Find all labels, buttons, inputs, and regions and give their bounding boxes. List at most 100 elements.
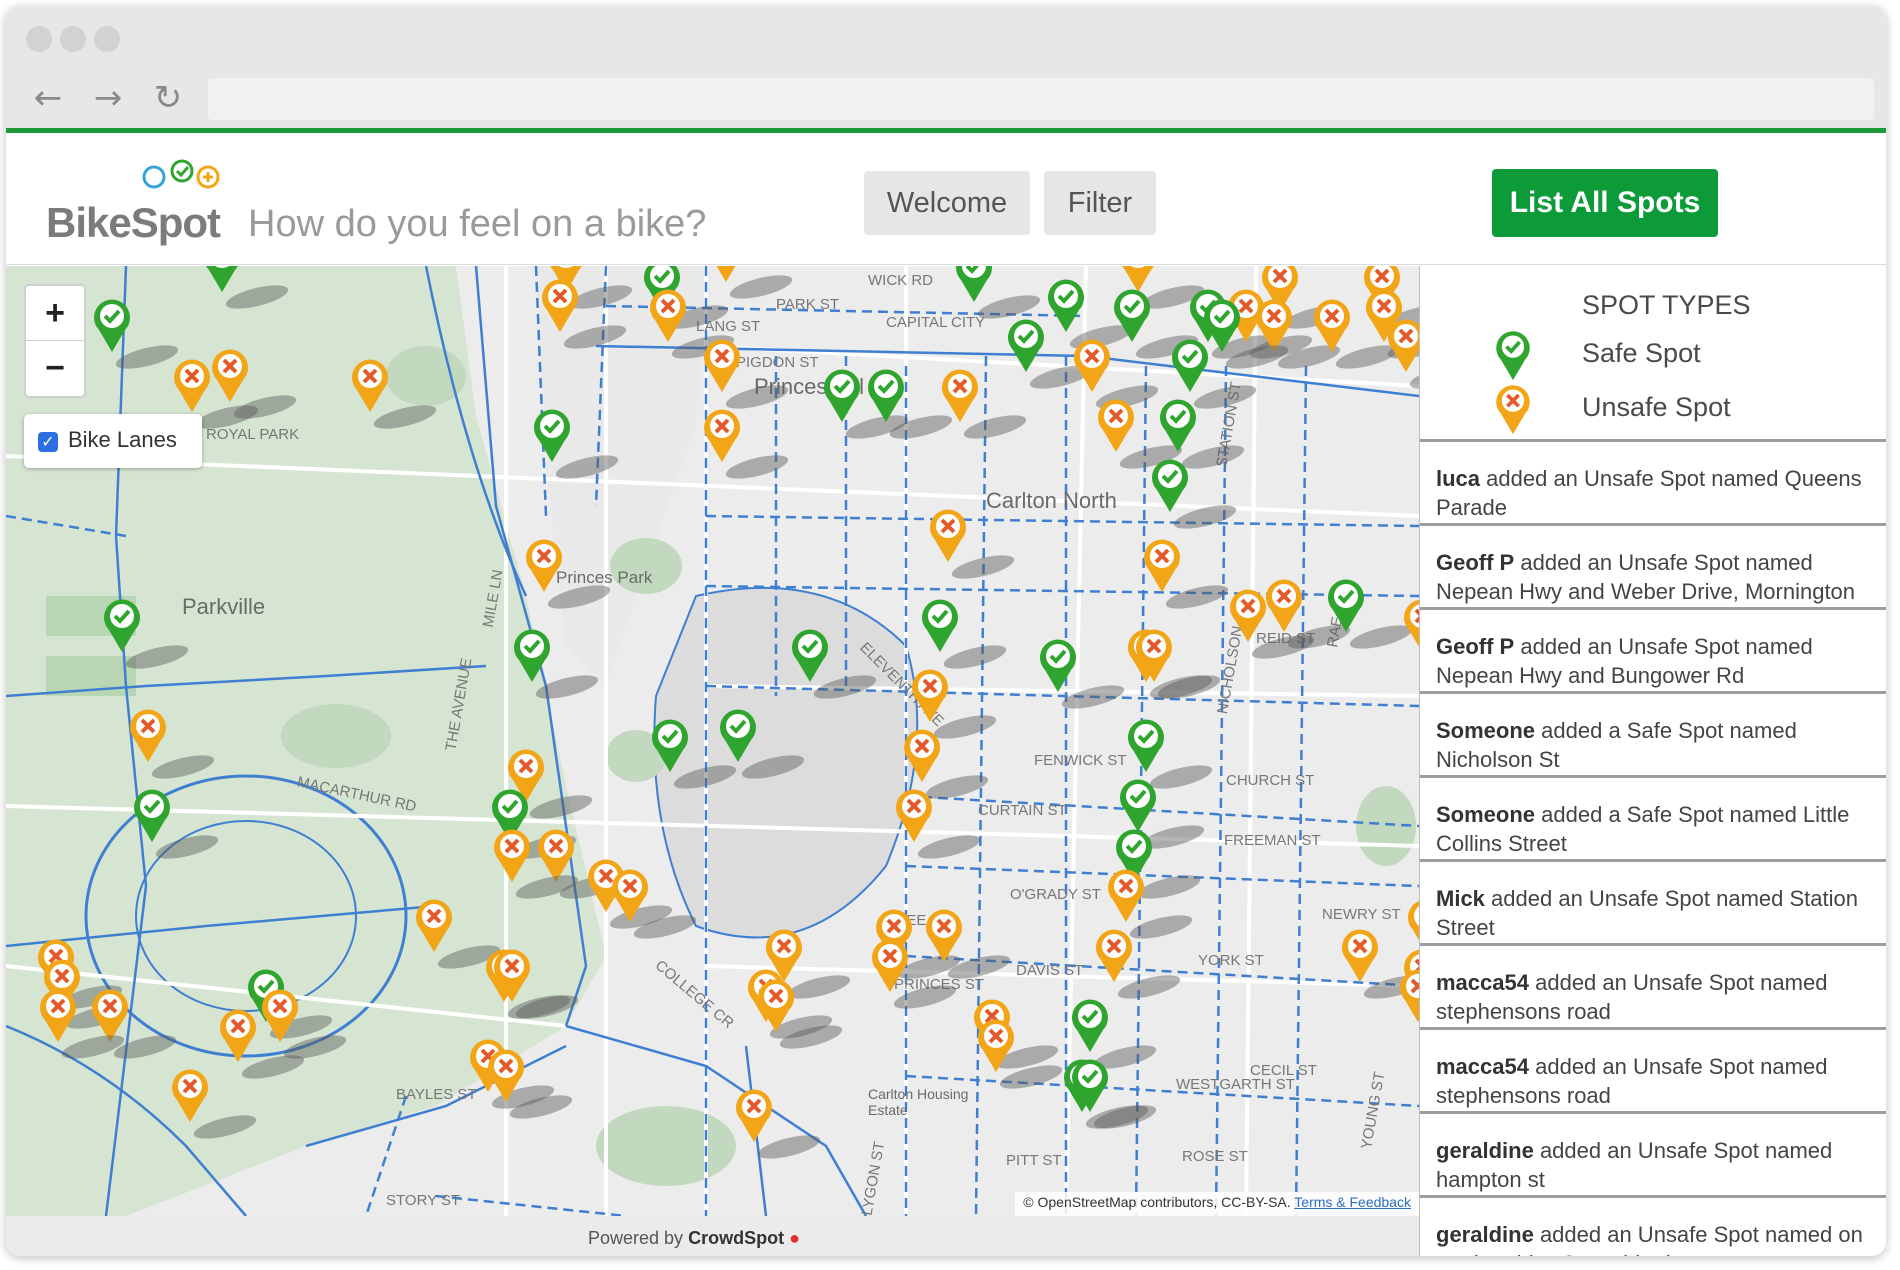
address-bar[interactable] bbox=[208, 78, 1874, 120]
feed-user[interactable]: macca54 bbox=[1436, 1054, 1529, 1079]
unsafe-spot-marker[interactable] bbox=[170, 1066, 210, 1124]
safe-spot-marker[interactable] bbox=[1006, 316, 1046, 374]
unsafe-spot-marker[interactable] bbox=[756, 976, 796, 1034]
safe-spot-marker[interactable] bbox=[718, 706, 758, 764]
feed-item[interactable]: Geoff P added an Unsafe Spot named Nepea… bbox=[1420, 526, 1886, 610]
unsafe-spot-marker[interactable] bbox=[172, 356, 212, 414]
safe-spot-marker[interactable] bbox=[102, 596, 142, 654]
welcome-button[interactable]: Welcome bbox=[864, 171, 1030, 235]
unsafe-spot-marker[interactable] bbox=[1094, 926, 1134, 984]
feed-user[interactable]: Geoff P bbox=[1436, 634, 1514, 659]
unsafe-spot-marker[interactable] bbox=[1312, 296, 1352, 354]
safe-spot-marker[interactable] bbox=[866, 366, 906, 424]
reload-icon[interactable]: ↻ bbox=[146, 76, 190, 120]
app-logo[interactable]: BikeSpot bbox=[46, 199, 221, 247]
feed-user[interactable]: Someone bbox=[1436, 802, 1535, 827]
zoom-in-button[interactable]: + bbox=[26, 286, 84, 341]
unsafe-spot-marker[interactable] bbox=[902, 726, 942, 784]
feed-item[interactable]: Mick added an Unsafe Spot named Station … bbox=[1420, 862, 1886, 946]
filter-button[interactable]: Filter bbox=[1044, 171, 1156, 235]
unsafe-spot-marker[interactable] bbox=[648, 286, 688, 344]
unsafe-spot-marker[interactable] bbox=[1228, 586, 1268, 644]
unsafe-spot-marker[interactable] bbox=[910, 666, 950, 724]
bike-lanes-checkbox[interactable]: ✓ bbox=[38, 432, 58, 452]
crowdspot-brand[interactable]: CrowdSpot bbox=[688, 1228, 784, 1248]
safe-spot-marker[interactable] bbox=[1070, 996, 1110, 1054]
safe-spot-marker[interactable] bbox=[954, 266, 994, 304]
unsafe-spot-marker[interactable] bbox=[1402, 596, 1419, 654]
unsafe-spot-marker[interactable] bbox=[976, 1016, 1016, 1074]
unsafe-spot-marker[interactable] bbox=[928, 506, 968, 564]
unsafe-spot-marker[interactable] bbox=[706, 266, 746, 284]
unsafe-spot-marker[interactable] bbox=[924, 906, 964, 964]
feed-item[interactable]: geraldine added an Unsafe Spot named ham… bbox=[1420, 1114, 1886, 1198]
feed-item[interactable]: macca54 added an Unsafe Spot named steph… bbox=[1420, 946, 1886, 1030]
unsafe-spot-marker[interactable] bbox=[940, 366, 980, 424]
unsafe-spot-marker[interactable] bbox=[486, 1046, 526, 1104]
safe-spot-marker[interactable] bbox=[1038, 636, 1078, 694]
unsafe-spot-marker[interactable] bbox=[610, 866, 650, 924]
feed-user[interactable]: Mick bbox=[1436, 886, 1485, 911]
feed-item[interactable]: geraldine added an Unsafe Spot named on … bbox=[1420, 1198, 1886, 1256]
feed-user[interactable]: macca54 bbox=[1436, 970, 1529, 995]
safe-spot-marker[interactable] bbox=[790, 626, 830, 684]
map-view[interactable]: Princes Hill Carlton North Princes Park … bbox=[6, 266, 1419, 1216]
safe-spot-marker[interactable] bbox=[1202, 296, 1242, 354]
unsafe-spot-marker[interactable] bbox=[1134, 626, 1174, 684]
unsafe-spot-marker[interactable] bbox=[492, 826, 532, 884]
safe-spot-marker[interactable] bbox=[132, 786, 172, 844]
unsafe-spot-marker[interactable] bbox=[1398, 966, 1419, 1024]
safe-spot-marker[interactable] bbox=[512, 626, 552, 684]
unsafe-spot-marker[interactable] bbox=[540, 276, 580, 334]
unsafe-spot-marker[interactable] bbox=[1340, 926, 1380, 984]
unsafe-spot-marker[interactable] bbox=[1096, 396, 1136, 454]
list-all-spots-button[interactable]: List All Spots bbox=[1492, 169, 1718, 237]
back-arrow-icon[interactable]: ← bbox=[26, 76, 70, 120]
feed-item[interactable]: Someone added a Safe Spot named Little C… bbox=[1420, 778, 1886, 862]
unsafe-spot-marker[interactable] bbox=[350, 356, 390, 414]
close-window-button[interactable] bbox=[26, 26, 52, 52]
safe-spot-marker[interactable] bbox=[650, 716, 690, 774]
unsafe-spot-marker[interactable] bbox=[734, 1086, 774, 1144]
unsafe-spot-marker[interactable] bbox=[38, 986, 78, 1044]
feed-item[interactable]: macca54 added an Unsafe Spot named steph… bbox=[1420, 1030, 1886, 1114]
safe-spot-marker[interactable] bbox=[1158, 396, 1198, 454]
unsafe-spot-marker[interactable] bbox=[128, 706, 168, 764]
unsafe-spot-marker[interactable] bbox=[1106, 866, 1146, 924]
safe-spot-marker[interactable] bbox=[822, 366, 862, 424]
feed-item[interactable]: Someone added a Safe Spot named Nicholso… bbox=[1420, 694, 1886, 778]
unsafe-spot-marker[interactable] bbox=[414, 896, 454, 954]
unsafe-spot-marker[interactable] bbox=[260, 986, 300, 1044]
unsafe-spot-marker[interactable] bbox=[1264, 576, 1304, 634]
unsafe-spot-marker[interactable] bbox=[210, 346, 250, 404]
safe-spot-marker[interactable] bbox=[1112, 286, 1152, 344]
safe-spot-marker[interactable] bbox=[1326, 576, 1366, 634]
zoom-out-button[interactable]: − bbox=[26, 341, 84, 396]
safe-spot-marker[interactable] bbox=[1070, 1056, 1110, 1114]
safe-spot-marker[interactable] bbox=[1126, 716, 1166, 774]
unsafe-spot-marker[interactable] bbox=[702, 406, 742, 464]
unsafe-spot-marker[interactable] bbox=[870, 936, 910, 994]
safe-spot-marker[interactable] bbox=[532, 406, 572, 464]
unsafe-spot-marker[interactable] bbox=[218, 1006, 258, 1064]
feed-user[interactable]: Geoff P bbox=[1436, 550, 1514, 575]
feed-user[interactable]: luca bbox=[1436, 466, 1480, 491]
unsafe-spot-marker[interactable] bbox=[1386, 316, 1419, 374]
safe-spot-marker[interactable] bbox=[92, 296, 132, 354]
feed-user[interactable]: geraldine bbox=[1436, 1222, 1534, 1247]
safe-spot-marker[interactable] bbox=[202, 266, 242, 294]
unsafe-spot-marker[interactable] bbox=[702, 336, 742, 394]
safe-spot-marker[interactable] bbox=[920, 596, 960, 654]
layer-toggle[interactable]: ✓ Bike Lanes bbox=[24, 414, 202, 468]
minimize-window-button[interactable] bbox=[60, 26, 86, 52]
unsafe-spot-marker[interactable] bbox=[1072, 336, 1112, 394]
maximize-window-button[interactable] bbox=[94, 26, 120, 52]
safe-spot-marker[interactable] bbox=[1150, 456, 1190, 514]
unsafe-spot-marker[interactable] bbox=[524, 536, 564, 594]
forward-arrow-icon[interactable]: → bbox=[86, 76, 130, 120]
feed-user[interactable]: Someone bbox=[1436, 718, 1535, 743]
unsafe-spot-marker[interactable] bbox=[1142, 536, 1182, 594]
safe-spot-marker[interactable] bbox=[1046, 276, 1086, 334]
feed-item[interactable]: Geoff P added an Unsafe Spot named Nepea… bbox=[1420, 610, 1886, 694]
terms-feedback-link[interactable]: Terms & Feedback bbox=[1294, 1194, 1411, 1210]
